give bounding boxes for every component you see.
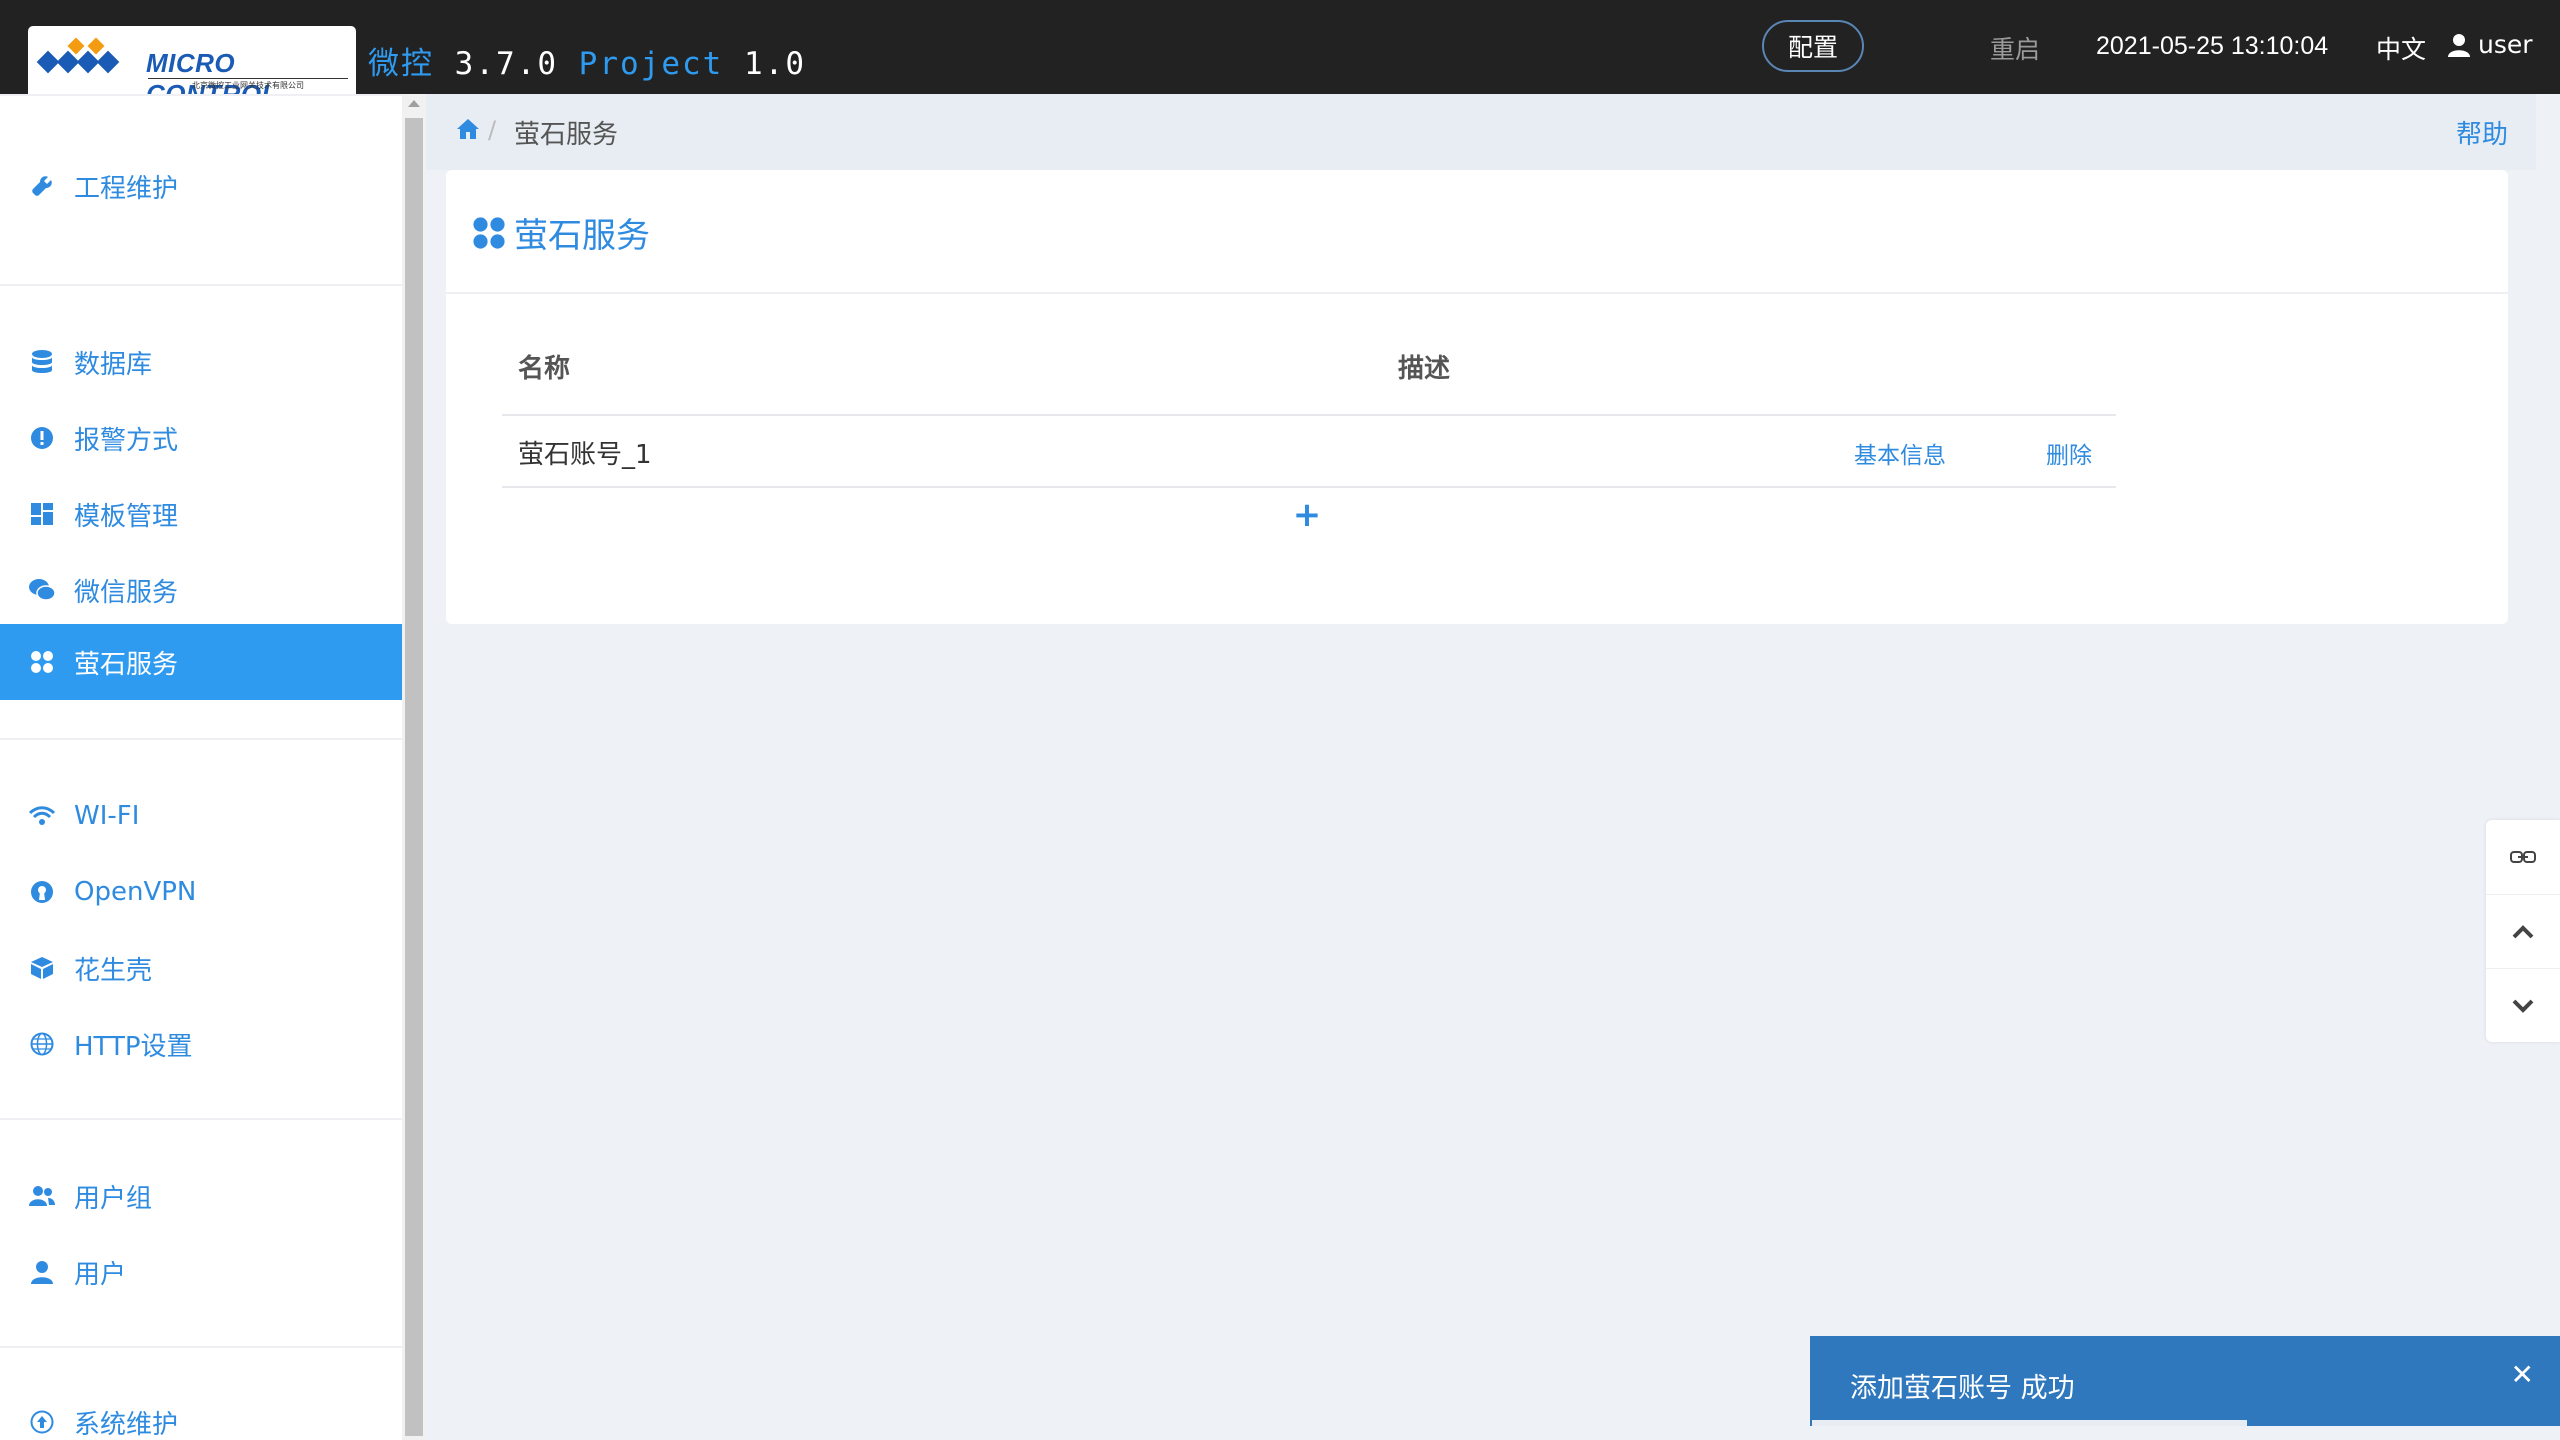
sidebar-item-label: 花生壳 xyxy=(74,955,153,986)
table-divider xyxy=(502,486,2116,488)
link-icon xyxy=(2510,851,2536,863)
sidebar-item-label: 系统维护 xyxy=(74,1409,179,1440)
sidebar-item-project-maintenance[interactable]: 工程维护 xyxy=(0,148,402,224)
sidebar-divider xyxy=(0,738,402,740)
user-icon xyxy=(2448,33,2470,57)
sidebar-item-wifi[interactable]: WI-FI xyxy=(0,778,402,854)
alert-icon xyxy=(28,424,56,452)
sidebar-item-label: 工程维护 xyxy=(74,173,179,204)
scroll-up-arrow-icon[interactable] xyxy=(408,100,420,107)
sidebar-item-label: 微信服务 xyxy=(74,577,179,608)
sidebar-item-system-maintenance[interactable]: 系统维护 xyxy=(0,1384,402,1440)
database-icon xyxy=(28,348,56,376)
help-link[interactable]: 帮助 xyxy=(2456,114,2508,151)
account-name-cell: 萤石账号_1 xyxy=(518,440,652,470)
sidebar-divider xyxy=(0,1118,402,1120)
table-divider xyxy=(502,414,2116,416)
sidebar-item-label: OpenVPN xyxy=(74,877,197,907)
sidebar-item-wechat-service[interactable]: 微信服务 xyxy=(0,552,402,628)
ezviz-panel: 萤石服务 名称 描述 萤石账号_1 基本信息 删除 + xyxy=(446,170,2508,624)
sidebar-item-label: 数据库 xyxy=(74,349,153,380)
sidebar-item-label: 用户 xyxy=(74,1259,127,1290)
panel-title-text: 萤石服务 xyxy=(514,216,650,256)
breadcrumb-separator: / xyxy=(488,116,497,144)
config-button[interactable]: 配置 xyxy=(1762,20,1864,72)
user-menu[interactable]: user xyxy=(2448,30,2533,59)
link-button[interactable] xyxy=(2486,820,2560,894)
logo-diamonds-icon xyxy=(36,37,120,74)
scrollbar-thumb[interactable] xyxy=(405,118,423,1436)
top-bar: MICRO CONTROL 北京微控工业网关技术有限公司 微控 3.7.0 Pr… xyxy=(0,0,2560,109)
sidebar-item-http-settings[interactable]: HTTP设置 xyxy=(0,1006,402,1082)
upload-circle-icon xyxy=(28,1408,56,1436)
sidebar-divider xyxy=(0,284,402,286)
scroll-bottom-button[interactable] xyxy=(2486,968,2560,1042)
basic-info-link[interactable]: 基本信息 xyxy=(1854,436,1946,470)
project-version: 1.0 xyxy=(744,46,806,82)
sidebar-item-label: 用户组 xyxy=(74,1183,153,1214)
restart-button[interactable]: 重启 xyxy=(1990,30,2040,66)
username: user xyxy=(2478,30,2533,59)
chevron-down-icon xyxy=(2512,999,2534,1013)
cube-icon xyxy=(28,954,56,982)
sidebar-item-oray[interactable]: 花生壳 xyxy=(0,930,402,1006)
sidebar-item-template-management[interactable]: 模板管理 xyxy=(0,476,402,552)
sidebar-item-openvpn[interactable]: OpenVPN xyxy=(0,854,402,930)
sidebar-item-user-groups[interactable]: 用户组 xyxy=(0,1158,402,1234)
success-toast: 添加萤石账号 成功 ✕ xyxy=(1810,1336,2560,1426)
sidebar-item-label: 报警方式 xyxy=(74,425,179,456)
sidebar-divider xyxy=(0,1346,402,1348)
logo-subtext: 北京微控工业网关技术有限公司 xyxy=(148,78,348,91)
sidebar-scrollbar[interactable] xyxy=(402,94,426,1440)
user-icon xyxy=(28,1258,56,1286)
language-switch[interactable]: 中文 xyxy=(2376,30,2426,66)
dashboard-icon xyxy=(28,500,56,528)
app-version: 3.7.0 xyxy=(454,46,558,82)
close-icon[interactable]: ✕ xyxy=(2511,1358,2534,1391)
app-title: 微控 3.7.0 Project 1.0 xyxy=(368,38,806,83)
project-label: Project xyxy=(578,46,724,82)
panel-header: 萤石服务 xyxy=(446,170,2508,294)
wrench-icon xyxy=(28,172,56,200)
wechat-icon xyxy=(28,576,56,604)
scroll-top-button[interactable] xyxy=(2486,894,2560,968)
wifi-icon xyxy=(28,802,56,830)
column-header-description: 描述 xyxy=(1398,354,1451,384)
delete-link[interactable]: 删除 xyxy=(2046,436,2092,470)
globe-icon xyxy=(28,1030,56,1058)
openvpn-icon xyxy=(28,878,56,906)
users-icon xyxy=(28,1182,56,1210)
toast-progress-bar xyxy=(1812,1420,2247,1426)
sidebar-item-label: HTTP设置 xyxy=(74,1031,193,1062)
fan-icon xyxy=(28,648,56,676)
sidebar-item-users[interactable]: 用户 xyxy=(0,1234,402,1310)
breadcrumb: / 萤石服务 帮助 xyxy=(426,94,2536,170)
chevron-up-icon xyxy=(2512,924,2534,938)
column-header-name: 名称 xyxy=(518,354,571,384)
sidebar-item-label: WI-FI xyxy=(74,801,140,831)
sidebar-item-alarm-method[interactable]: 报警方式 xyxy=(0,400,402,476)
sidebar-divider xyxy=(0,94,402,96)
home-icon[interactable] xyxy=(456,118,480,144)
toast-message: 添加萤石账号 成功 xyxy=(1850,1373,2075,1404)
add-account-button[interactable]: + xyxy=(1292,495,1322,535)
fan-icon xyxy=(473,216,505,249)
panel-title: 萤石服务 xyxy=(472,208,650,257)
sidebar: 工程维护 数据库 报警方式 模板管理 微信服务 萤石服务 WI-FI OpenV… xyxy=(0,94,402,1440)
datetime: 2021-05-25 13:10:04 xyxy=(2096,32,2329,60)
sidebar-item-label: 萤石服务 xyxy=(74,649,179,680)
sidebar-item-database[interactable]: 数据库 xyxy=(0,324,402,400)
app-name: 微控 xyxy=(368,46,434,82)
sidebar-item-label: 模板管理 xyxy=(74,501,179,532)
breadcrumb-current: 萤石服务 xyxy=(514,120,619,150)
logo: MICRO CONTROL 北京微控工业网关技术有限公司 xyxy=(28,26,356,109)
floating-toolbar xyxy=(2486,820,2560,1042)
sidebar-item-ezviz-service[interactable]: 萤石服务 xyxy=(0,624,402,700)
